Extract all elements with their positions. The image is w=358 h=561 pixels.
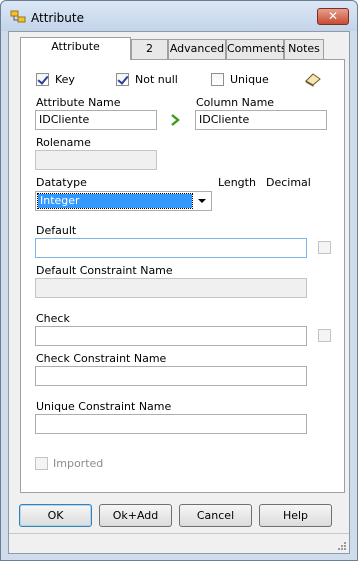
chevron-down-icon[interactable] — [193, 192, 211, 210]
datatype-label: Datatype — [36, 176, 87, 189]
not-null-checkbox[interactable] — [116, 73, 129, 86]
default-label: Default — [36, 224, 77, 237]
attribute-tab-panel: Key Not null Unique Attribute Name IDCli… — [20, 59, 345, 493]
status-bar — [9, 533, 349, 553]
title-bar[interactable]: Attribute ✕ — [1, 1, 357, 31]
unique-checkbox[interactable] — [211, 73, 224, 86]
default-constraint-name-label: Default Constraint Name — [36, 264, 173, 277]
imported-label: Imported — [53, 457, 104, 470]
imported-checkbox — [35, 457, 48, 470]
length-label: Length — [218, 176, 256, 189]
unique-constraint-name-label: Unique Constraint Name — [36, 400, 172, 413]
unique-constraint-name-input[interactable] — [35, 414, 307, 434]
not-null-label: Not null — [135, 73, 178, 86]
window-title: Attribute — [31, 11, 84, 25]
check-constraint-name-input[interactable] — [35, 366, 307, 386]
rolename-input[interactable] — [35, 150, 157, 170]
column-name-label: Column Name — [196, 96, 275, 109]
attribute-dialog: Attribute ✕ 2 Advanced Comments Notes At… — [0, 0, 358, 561]
datatype-select[interactable]: Integer — [35, 191, 212, 211]
eraser-icon[interactable] — [304, 72, 322, 87]
check-label: Check — [36, 312, 70, 325]
unique-label: Unique — [230, 73, 269, 86]
tab-attribute[interactable]: Attribute — [20, 37, 131, 60]
key-label: Key — [55, 73, 75, 86]
help-button[interactable]: Help — [259, 504, 332, 527]
tab-advanced[interactable]: Advanced — [168, 39, 226, 59]
column-name-input[interactable]: IDCliente — [195, 110, 327, 130]
default-checkbox[interactable] — [318, 241, 331, 254]
ok-button[interactable]: OK — [19, 504, 92, 527]
attribute-name-label: Attribute Name — [36, 96, 121, 109]
rolename-label: Rolename — [36, 136, 91, 149]
resize-grip-icon[interactable] — [337, 541, 347, 551]
attribute-name-input[interactable]: IDCliente — [35, 110, 157, 130]
default-constraint-name-input[interactable] — [35, 278, 307, 298]
tab-comments[interactable]: Comments — [226, 39, 287, 59]
dialog-body: 2 Advanced Comments Notes Attribute Key … — [8, 31, 350, 554]
decimal-label: Decimal — [266, 176, 311, 189]
cancel-button[interactable]: Cancel — [179, 504, 252, 527]
tab-notes[interactable]: Notes — [284, 39, 324, 59]
check-checkbox[interactable] — [318, 329, 331, 342]
key-checkbox[interactable] — [36, 73, 49, 86]
close-button[interactable]: ✕ — [317, 8, 349, 25]
datatype-selected-value: Integer — [37, 193, 193, 209]
attribute-icon — [10, 10, 26, 23]
ok-add-button[interactable]: Ok+Add — [99, 504, 172, 527]
check-constraint-name-label: Check Constraint Name — [36, 352, 167, 365]
tab-2[interactable]: 2 — [131, 39, 168, 59]
arrow-right-icon[interactable] — [170, 114, 180, 126]
default-input[interactable] — [35, 238, 307, 258]
check-input[interactable] — [35, 326, 307, 346]
